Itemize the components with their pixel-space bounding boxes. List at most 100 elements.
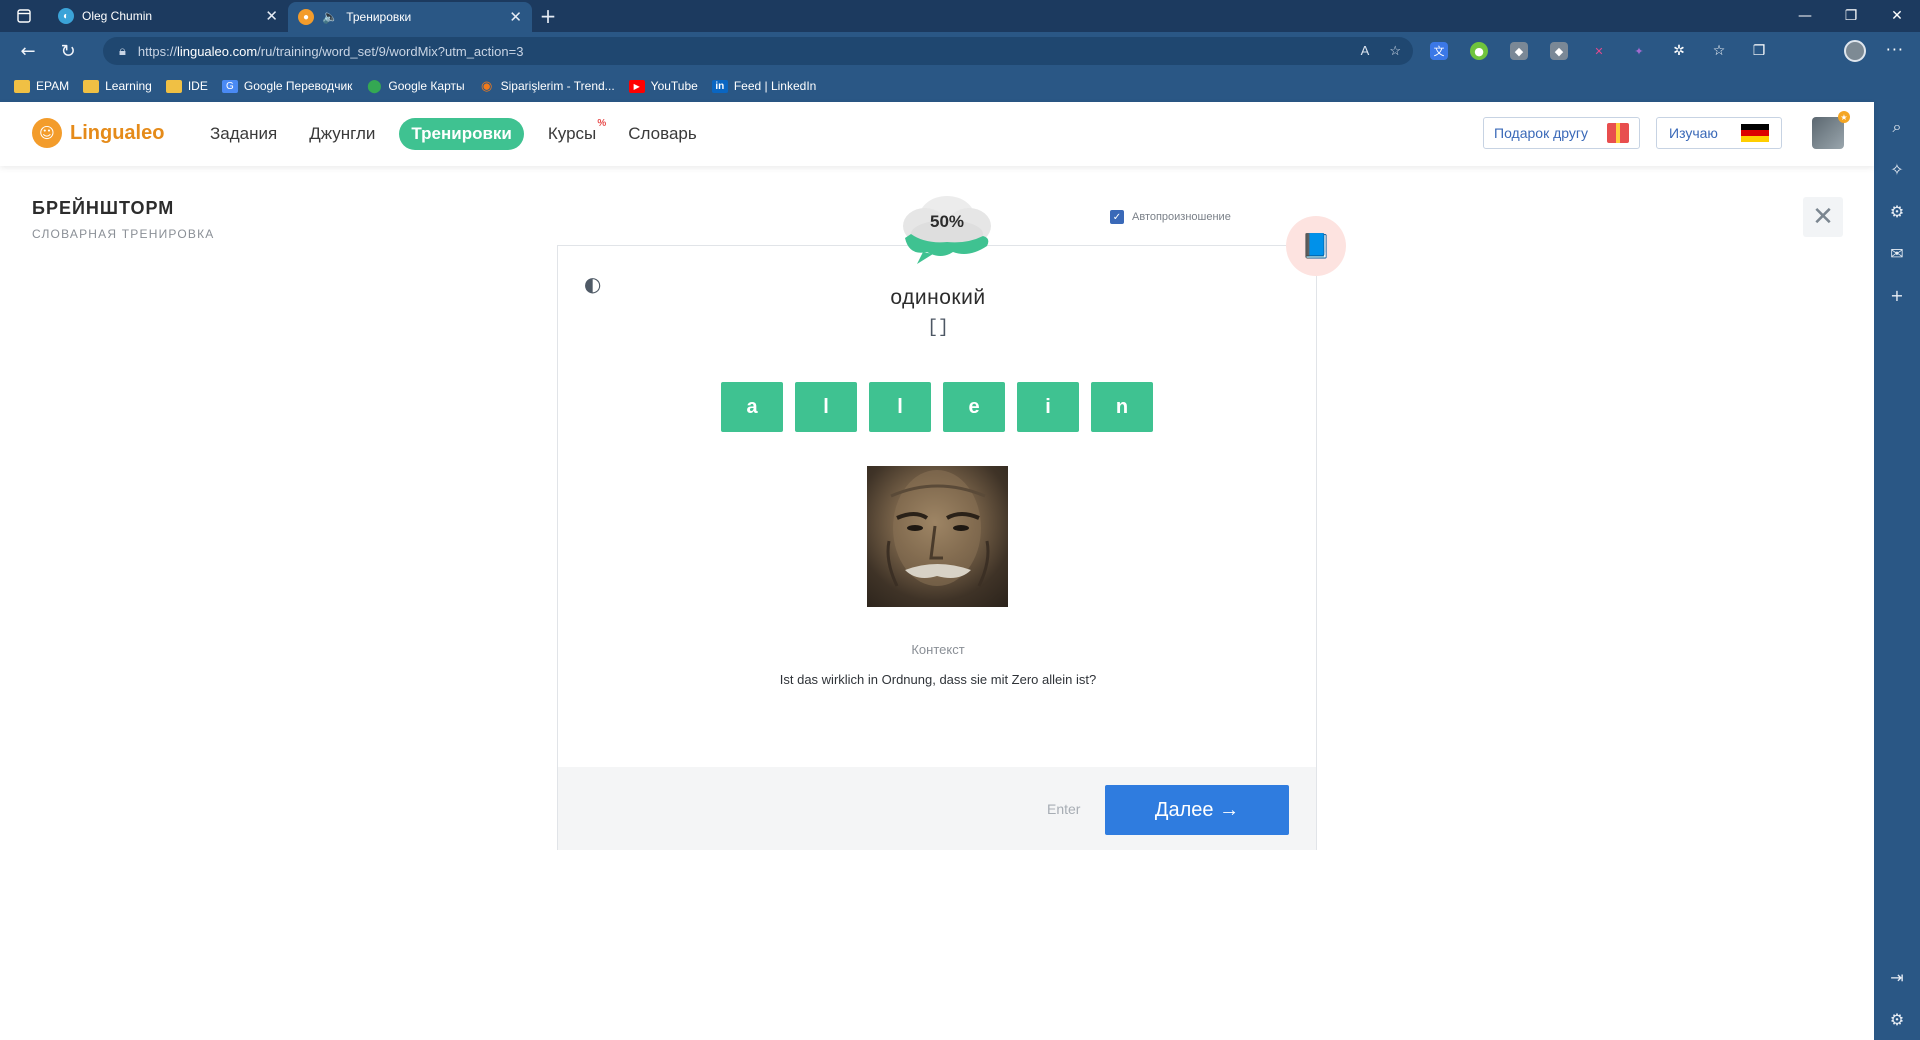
context-label: Контекст [911,642,965,657]
trendyol-icon: ◉ [480,78,493,93]
training-title: БРЕЙНШТОРМ [32,198,175,218]
letter-tile[interactable]: l [869,382,931,432]
german-flag-icon [1741,124,1769,142]
more-menu-icon[interactable]: ··· [1886,40,1904,59]
window-controls: — ❐ ✕ [1782,0,1920,32]
nav-courses[interactable]: Курсы% [548,118,606,144]
gift-friend-button[interactable]: Подарок другу [1483,117,1640,149]
nav-trainings[interactable]: Тренировки [399,118,524,150]
brand-logo[interactable]: ☺ Lingualeo [32,118,164,148]
add-icon[interactable]: + [1886,284,1908,306]
url-prefix: https:// [137,43,177,59]
refresh-icon[interactable]: ↻ [48,41,88,62]
green-extension-icon[interactable]: ● [1470,42,1488,60]
tab-title: Тренировки [346,10,412,24]
letter-tile[interactable]: i [1017,382,1079,432]
extension-icon[interactable]: ◆ [1550,42,1568,60]
new-tab-button[interactable]: + [532,4,564,28]
main-nav: Задания Джунгли Тренировки Курсы% Словар… [210,118,697,150]
browser-tab-trainings[interactable]: ● 🔈 Тренировки ✕ [288,2,532,32]
linkedin-icon: in [711,79,728,93]
sidebar-toggle-icon[interactable]: ⇥ [1886,966,1908,988]
close-tab-icon[interactable]: ✕ [509,8,522,26]
google-translate-icon: G [221,79,238,93]
bookmark-google-maps[interactable]: ⬤ Google Карты [366,78,465,93]
site-header: ☺ Lingualeo Задания Джунгли Тренировки К… [0,102,1874,166]
bookmark-google-translate[interactable]: G Google Переводчик [221,79,352,93]
letter-tile[interactable]: n [1091,382,1153,432]
collections-icon[interactable]: ❐ [1750,42,1768,60]
lion-logo-icon: ☺ [32,118,62,148]
autoplay-toggle[interactable]: ✓ Автопроизношение [1110,210,1231,224]
maps-pin-icon: ⬤ [367,78,382,93]
profile-avatar[interactable] [1844,40,1866,62]
puzzle-icon[interactable]: ✲ [1670,42,1688,60]
speaker-icon[interactable]: 🔈 [322,9,338,25]
letter-tiles: a l l e i n [721,382,1153,432]
close-window-icon[interactable]: ✕ [1874,0,1920,32]
header-actions: Подарок другу Изучаю ★ [1483,111,1874,149]
outlook-icon[interactable]: ✉ [1886,242,1908,264]
restore-icon[interactable]: ❐ [1828,0,1874,32]
purple-extension-icon[interactable]: ✦ [1630,42,1648,60]
nav-jungle[interactable]: Джунгли [309,124,375,144]
autoplay-label: Автопроизношение [1132,211,1231,223]
nav-dictionary[interactable]: Словарь [628,124,696,144]
url-field[interactable]: 🔒︎ https://lingualeo.com/ru/training/wor… [103,37,1413,65]
letter-tile[interactable]: l [795,382,857,432]
url-host: lingualeo.com [176,43,258,59]
settings-icon[interactable]: ⚙ [1886,1008,1908,1030]
tab-title: Oleg Chumin [82,9,153,23]
bookmark-youtube[interactable]: ▶ YouTube [628,79,698,93]
lock-icon[interactable]: 🔒︎ [119,43,126,59]
answer-slot: [] [927,318,949,338]
bookmark-linkedin[interactable]: in Feed | LinkedIn [711,79,816,93]
training-card: ◐ одинокий [] a l l e i n Контекст Ist d… [557,245,1317,850]
x-extension-icon[interactable]: ✕ [1590,42,1608,60]
translate-extension-icon[interactable]: 文 [1430,42,1448,60]
close-training-button[interactable]: ✕ [1803,197,1843,237]
tools-icon[interactable]: ⚙ [1886,200,1908,222]
user-avatar[interactable]: ★ [1812,111,1850,149]
back-icon[interactable]: ← [8,41,48,62]
search-icon[interactable]: ⌕ [1886,116,1908,138]
folder-icon [165,79,182,93]
training-subtitle: СЛОВАРНАЯ ТРЕНИРОВКА [32,227,215,241]
read-aloud-icon[interactable]: A [1361,43,1370,59]
youtube-icon: ▶ [628,79,645,93]
gift-icon [1607,123,1629,143]
letter-tile[interactable]: a [721,382,783,432]
bookmarks-bar: EPAM Learning IDE G Google Переводчик ⬤ Go… [0,70,1920,102]
progress-percent: 50% [929,212,965,231]
translation-word: одинокий [890,286,986,309]
folder-icon [83,79,100,93]
tab-actions-icon[interactable] [0,0,48,32]
favorite-add-icon[interactable]: ☆ [1389,43,1401,59]
reading-lion-icon[interactable]: 📘 [1286,216,1346,276]
favorites-icon[interactable]: ☆ [1710,42,1728,60]
bookmark-ide[interactable]: IDE [165,79,208,93]
address-bar-row: ← ↻ 🔒︎ https://lingualeo.com/ru/training… [0,32,1920,70]
premium-star-icon: ★ [1838,111,1850,123]
extension-icon[interactable]: ◆ [1510,42,1528,60]
browser-tab-oleg[interactable]: ◐ Oleg Chumin ✕ [48,0,288,32]
letter-tile[interactable]: e [943,382,1005,432]
minimize-icon[interactable]: — [1782,0,1828,32]
bookmark-epam[interactable]: EPAM [14,79,69,93]
brand-name: Lingualeo [70,121,165,144]
bookmark-trendyol[interactable]: ◉ Siparişlerim - Trend... [479,78,615,93]
autoplay-checkbox[interactable]: ✓ [1110,210,1124,224]
browser-tab-bar: ◐ Oleg Chumin ✕ ● 🔈 Тренировки ✕ + — ❐ ✕ [0,0,1920,32]
card-footer: Enter Далее → [558,767,1316,850]
url-path: /ru/training/word_set/9/wordMix?utm_acti… [257,43,524,59]
extensions-bar: 文 ● ◆ ◆ ✕ ✦ ✲ ☆ ❐ [1430,32,1768,70]
close-tab-icon[interactable]: ✕ [265,7,278,25]
sale-badge: % [597,118,607,129]
learning-language-button[interactable]: Изучаю [1656,117,1782,149]
bookmark-learning[interactable]: Learning [83,79,152,93]
lingualeo-favicon-icon: ● [298,9,314,25]
nav-tasks[interactable]: Задания [210,124,277,144]
copilot-icon[interactable]: ✧ [1886,158,1908,180]
globe-icon: ◐ [58,8,74,24]
next-button[interactable]: Далее → [1105,785,1289,835]
